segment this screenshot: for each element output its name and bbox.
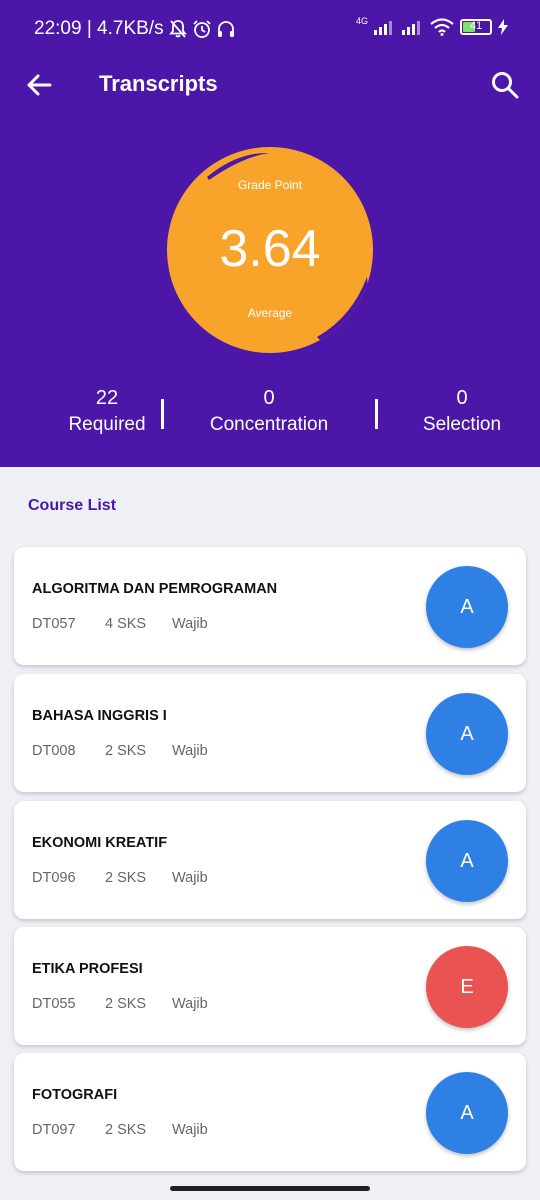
stat-required-label: Required <box>68 414 146 435</box>
signal-icon-2 <box>402 21 420 35</box>
grade-badge: A <box>426 1072 508 1154</box>
gpa-label-top: Grade Point <box>237 178 303 192</box>
back-arrow-icon[interactable] <box>24 70 54 100</box>
course-type: Wajib <box>172 616 208 632</box>
stat-required: 22 Required <box>57 386 157 440</box>
course-type: Wajib <box>172 1122 208 1138</box>
course-name: EKONOMI KREATIF <box>32 835 168 851</box>
status-bar: 22:09 | 4.7KB/s 4G 41 <box>0 0 540 60</box>
course-card[interactable]: EKONOMI KREATIF DT096 2 SKS Wajib A <box>14 801 526 919</box>
course-code: DT057 <box>32 616 76 632</box>
section-title: Course List <box>28 497 117 514</box>
signal-icon <box>374 21 392 35</box>
course-code: DT008 <box>32 743 76 759</box>
header: 22:09 | 4.7KB/s 4G 41 Transcripts Grade … <box>0 0 540 467</box>
headphones-icon <box>217 21 234 37</box>
stat-selection-label: Selection <box>422 414 502 435</box>
alarm-icon <box>192 20 211 38</box>
course-code: DT055 <box>32 996 76 1012</box>
stat-divider <box>161 399 164 429</box>
network-type-label: 4G <box>355 16 368 26</box>
stat-concentration-count: 0 <box>263 387 275 409</box>
stat-selection: 0 Selection <box>406 386 518 440</box>
course-code: DT097 <box>32 1122 76 1138</box>
battery-level: 41 <box>469 20 483 32</box>
stat-selection-count: 0 <box>456 387 468 409</box>
course-type: Wajib <box>172 870 208 886</box>
bell-off-icon <box>168 20 187 38</box>
course-card[interactable]: BAHASA INGGRIS I DT008 2 SKS Wajib A <box>14 674 526 792</box>
gpa-label-bottom: Average <box>247 306 293 320</box>
grade-badge: A <box>426 820 508 902</box>
stat-concentration-label: Concentration <box>209 414 329 435</box>
page-title: Transcripts <box>99 71 218 96</box>
course-sks: 2 SKS <box>105 1122 147 1138</box>
stat-concentration: 0 Concentration <box>199 386 339 440</box>
status-time-speed: 22:09 | 4.7KB/s <box>34 18 164 39</box>
charging-icon <box>498 19 508 35</box>
course-name: ALGORITMA DAN PEMROGRAMAN <box>32 581 278 597</box>
battery-icon: 41 <box>460 19 492 35</box>
course-card[interactable]: ETIKA PROFESI DT055 2 SKS Wajib E <box>14 927 526 1045</box>
course-type: Wajib <box>172 743 208 759</box>
grade-badge: E <box>426 946 508 1028</box>
home-indicator[interactable] <box>170 1186 370 1191</box>
wifi-icon <box>430 18 454 36</box>
course-card[interactable]: FOTOGRAFI DT097 2 SKS Wajib A <box>14 1053 526 1171</box>
grade-badge: A <box>426 566 508 648</box>
gpa-circle: Grade Point 3.64 Average <box>167 147 373 353</box>
stat-divider <box>375 399 378 429</box>
course-sks: 4 SKS <box>105 616 147 632</box>
course-name: FOTOGRAFI <box>32 1087 118 1103</box>
course-code: DT096 <box>32 870 76 886</box>
stat-required-count: 22 <box>95 387 119 409</box>
course-type: Wajib <box>172 996 208 1012</box>
course-sks: 2 SKS <box>105 870 147 886</box>
grade-badge: A <box>426 693 508 775</box>
search-icon[interactable] <box>490 70 520 100</box>
course-sks: 2 SKS <box>105 996 147 1012</box>
course-name: BAHASA INGGRIS I <box>32 708 167 724</box>
course-card[interactable]: ALGORITMA DAN PEMROGRAMAN DT057 4 SKS Wa… <box>14 547 526 665</box>
course-name: ETIKA PROFESI <box>32 961 143 977</box>
gpa-value: 3.64 <box>219 220 321 278</box>
course-sks: 2 SKS <box>105 743 147 759</box>
